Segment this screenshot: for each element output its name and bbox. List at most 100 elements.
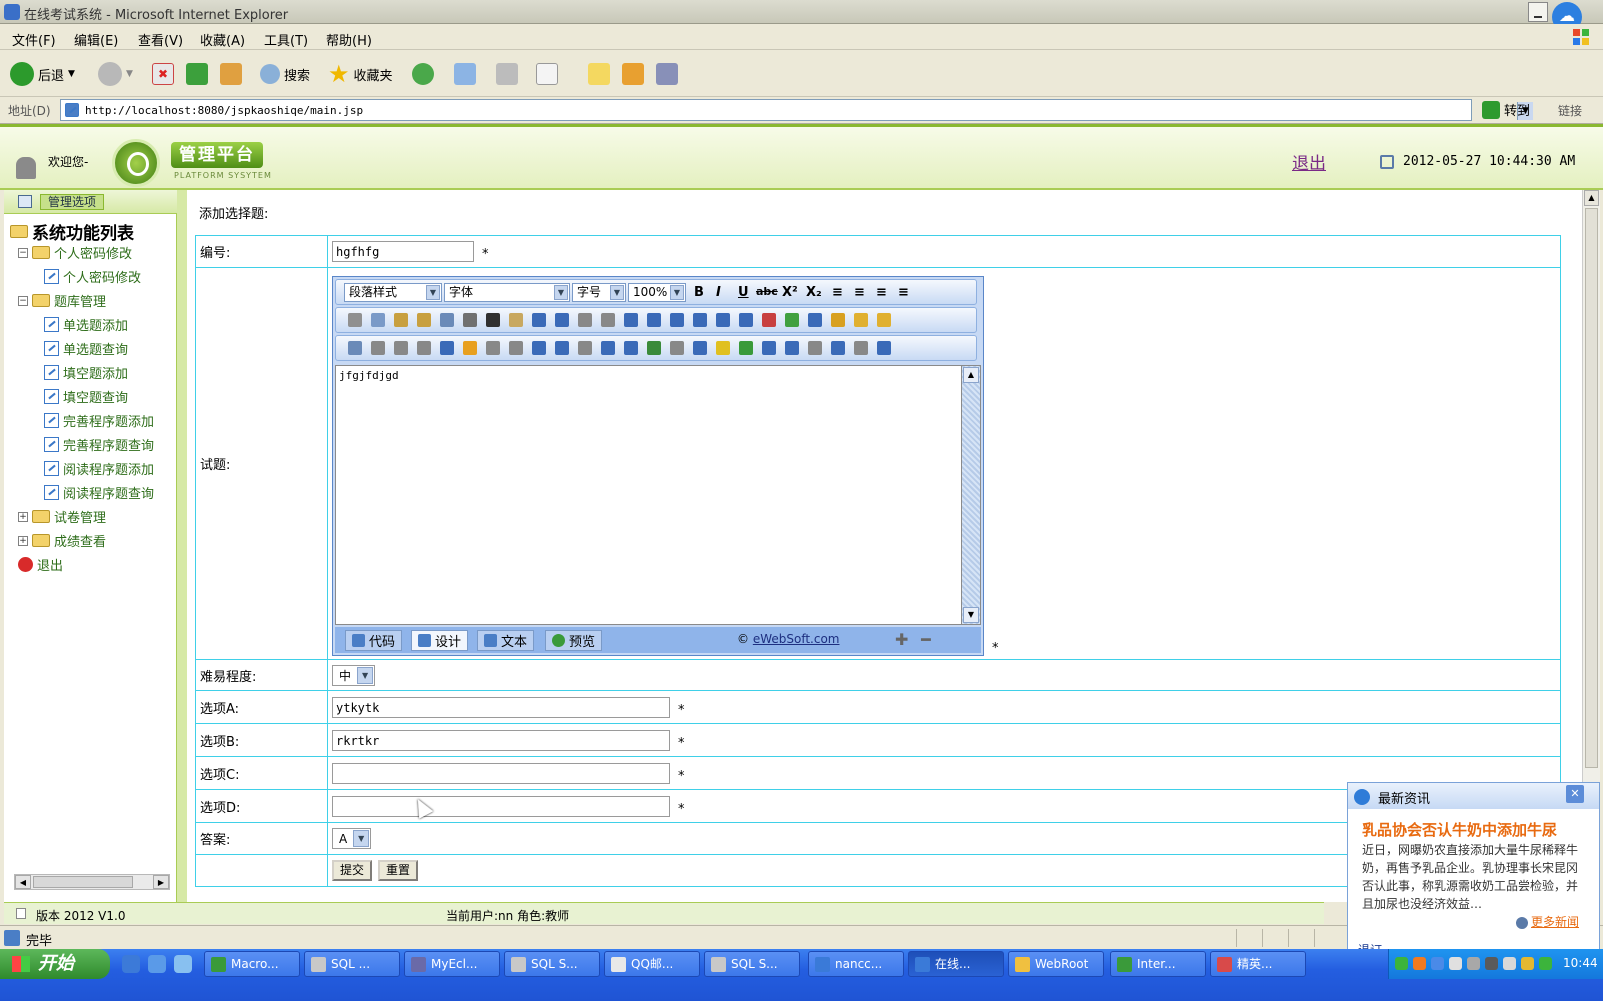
align-justify-icon[interactable]: ≡ [898,285,909,300]
menu-view[interactable]: 查看(V) [138,30,183,49]
superscript-icon[interactable]: X² [782,285,798,300]
editor-row3-tool-1-icon[interactable] [348,340,362,355]
editor-row2-tool-1-icon[interactable] [348,312,362,327]
editor-row2-tool-20-icon[interactable] [785,312,799,327]
tab-design[interactable]: 设计 [411,629,469,651]
option-a-input[interactable]: ytkytk [332,696,670,718]
taskbar-button[interactable]: WebRoot [1008,951,1104,977]
zoom-select[interactable]: 100% ▼ [628,282,686,302]
editor-row3-tool-15-icon[interactable] [670,340,684,355]
editor-row2-tool-3-icon[interactable] [394,312,408,327]
menu-file[interactable]: 文件(F) [12,30,56,49]
collapse-icon[interactable]: − [18,295,28,306]
links-button[interactable]: 链接 [1558,102,1582,119]
editor-row3-tool-9-icon[interactable] [532,340,546,355]
tab-preview[interactable]: 预览 [545,629,603,651]
sidebar-item-single-choice-query[interactable]: 单选题查询 [44,339,128,358]
taskbar-button[interactable]: SQL ... [304,951,400,977]
sidebar-item-score-view[interactable]: + 成绩查看 [18,531,106,550]
menu-edit[interactable]: 编辑(E) [74,30,118,49]
notes-icon[interactable] [588,63,610,85]
font-size-select[interactable]: 字号 ▼ [572,282,626,302]
desktop-quicklaunch-icon[interactable] [148,955,166,973]
editor-row2-tool-23-icon[interactable] [854,312,868,327]
option-d-input[interactable] [332,795,670,817]
taskbar-button[interactable]: MyEcl... [404,951,500,977]
font-select[interactable]: 字体 ▼ [444,282,570,302]
sidebar-item-password-change[interactable]: 个人密码修改 [44,267,141,286]
editor-row3-tool-16-icon[interactable] [693,340,707,355]
editor-row3-tool-22-icon[interactable] [831,340,845,355]
scroll-right-arrow[interactable]: ▶ [153,875,169,889]
editor-row3-tool-21-icon[interactable] [808,340,822,355]
taskbar-button[interactable]: SQL S... [704,951,800,977]
tray-icon[interactable] [1431,957,1444,970]
sidebar-item-password-folder[interactable]: − 个人密码修改 [18,243,132,262]
tray-icon[interactable] [1413,957,1426,970]
research-icon[interactable] [622,63,644,85]
tab-code[interactable]: 代码 [345,629,403,651]
sidebar-item-logout[interactable]: 退出 [18,555,63,574]
start-button[interactable]: 开始 [0,949,110,979]
shield-icon[interactable] [1539,957,1552,970]
sidebar-hscrollbar[interactable]: ◀ ▶ [14,874,170,890]
italic-icon[interactable]: I [716,285,721,300]
expand-icon[interactable]: + [18,511,28,522]
editor-row3-tool-10-icon[interactable] [555,340,569,355]
editor-row2-tool-10-icon[interactable] [555,312,569,327]
close-icon[interactable]: ✕ [1566,785,1584,803]
minimize-button[interactable] [1528,2,1548,22]
editor-row2-tool-11-icon[interactable] [578,312,592,327]
tray-icon[interactable] [1395,957,1408,970]
align-left-icon[interactable]: ≡ [832,285,843,300]
editor-row2-tool-6-icon[interactable] [463,312,477,327]
menu-help[interactable]: 帮助(H) [326,30,372,49]
menu-tools[interactable]: 工具(T) [264,30,308,49]
shrink-icon[interactable]: ━ [921,630,931,649]
home-icon[interactable] [220,63,242,85]
sidebar-item-read-program-query[interactable]: 阅读程序题查询 [44,483,154,502]
editor-row2-tool-17-icon[interactable] [716,312,730,327]
logout-link[interactable]: 退出 [1292,149,1326,174]
sidebar-item-single-choice-add[interactable]: 单选题添加 [44,315,128,334]
difficulty-select[interactable]: 中 ▼ [332,664,376,686]
editor-row3-tool-24-icon[interactable] [877,340,891,355]
bold-icon[interactable]: B [694,285,704,300]
editor-row2-tool-14-icon[interactable] [647,312,661,327]
ewebsoft-link[interactable]: eWebSoft.com [753,632,840,646]
editor-row2-tool-2-icon[interactable] [371,312,385,327]
tree-root[interactable]: 系统功能列表 [10,219,134,244]
submit-button[interactable]: 提交 [332,860,373,881]
taskbar-button[interactable]: 精英... [1210,951,1306,977]
editor-row3-tool-6-icon[interactable] [463,340,477,355]
editor-row2-tool-9-icon[interactable] [532,312,546,327]
back-button[interactable]: 后退 ▼ [10,61,75,87]
menu-favorites[interactable]: 收藏(A) [200,30,245,49]
editor-row2-tool-21-icon[interactable] [808,312,822,327]
taskbar-button[interactable]: Macro... [204,951,300,977]
taskbar-button[interactable]: nancc... [808,951,904,977]
scroll-thumb[interactable] [1585,208,1598,768]
edit-icon[interactable] [536,63,558,85]
editor-row3-tool-14-icon[interactable] [647,340,661,355]
sidebar-item-complete-program-add[interactable]: 完善程序题添加 [44,411,154,430]
forward-button[interactable]: ▼ [98,61,133,87]
taskbar-button[interactable]: Inter... [1110,951,1206,977]
tray-icon[interactable] [1485,957,1498,970]
editor-row3-tool-13-icon[interactable] [624,340,638,355]
underline-icon[interactable]: U [738,285,749,300]
editor-row2-tool-22-icon[interactable] [831,312,845,327]
editor-row3-tool-4-icon[interactable] [417,340,431,355]
sidebar-item-complete-program-query[interactable]: 完善程序题查询 [44,435,154,454]
taskbar-button[interactable]: SQL S... [504,951,600,977]
news-headline[interactable]: 乳品协会否认牛奶中添加牛尿 [1362,819,1557,840]
go-button[interactable]: 转到 [1482,100,1530,119]
editor-row2-tool-4-icon[interactable] [417,312,431,327]
editor-row3-tool-20-icon[interactable] [785,340,799,355]
refresh-icon[interactable] [186,63,208,85]
sidebar-item-exam-paper-manage[interactable]: + 试卷管理 [18,507,106,526]
tray-icon[interactable] [1467,957,1480,970]
strikethrough-icon[interactable]: abc [756,285,778,298]
address-input[interactable]: http://localhost:8080/jspkaoshiqe/main.j… [60,99,1533,121]
editor-scrollbar[interactable]: ▲ ▼ [961,364,981,625]
